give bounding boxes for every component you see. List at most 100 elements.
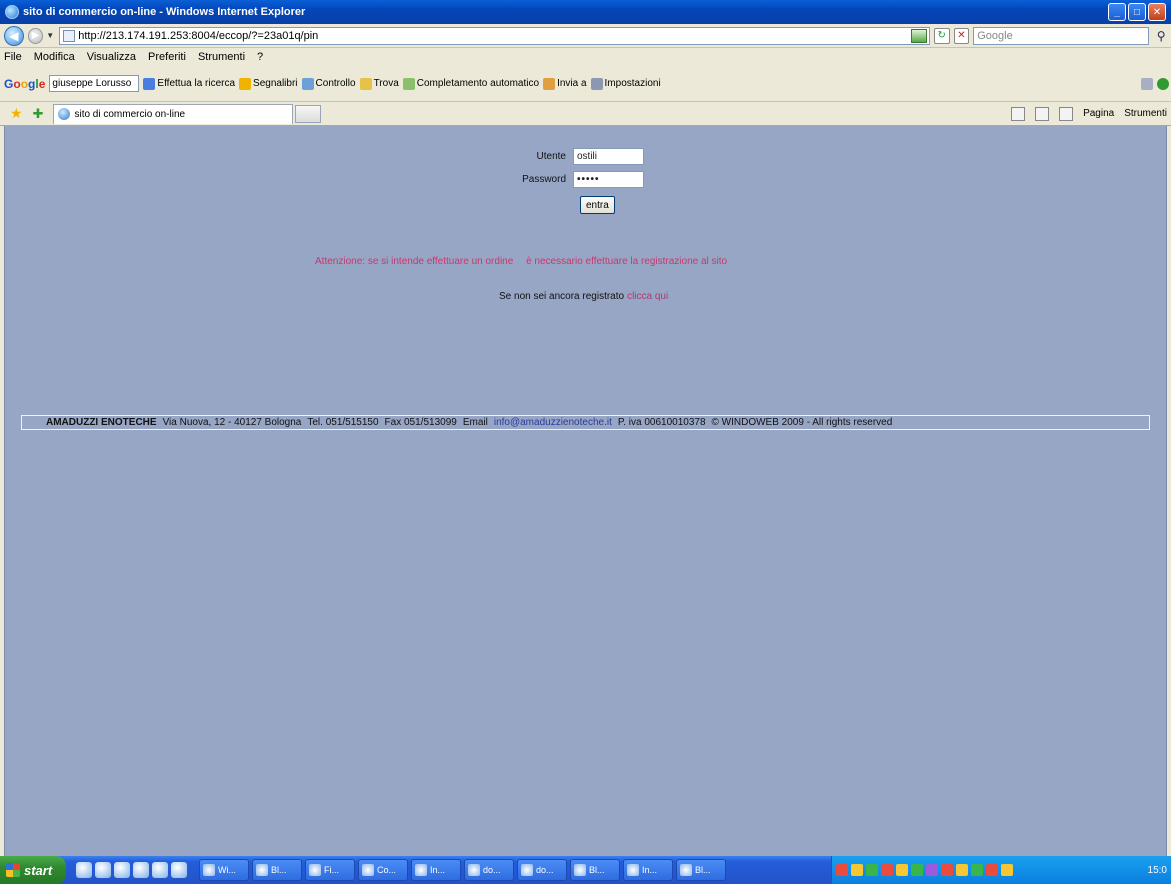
menu-strumenti[interactable]: Strumenti xyxy=(198,51,245,63)
quicklaunch-icon[interactable] xyxy=(95,862,111,878)
tray-icon[interactable] xyxy=(986,864,998,876)
start-button[interactable]: start xyxy=(0,856,66,884)
taskbar-button[interactable]: Bl... xyxy=(676,859,726,881)
footer-piva: P. iva 00610010378 xyxy=(617,417,706,428)
send-to-button[interactable]: Invia a xyxy=(543,77,587,90)
google-toolbar-right xyxy=(1141,77,1171,90)
menu-help[interactable]: ? xyxy=(257,51,263,63)
google-search-input[interactable]: giuseppe Lorusso xyxy=(49,75,140,92)
close-button[interactable]: ✕ xyxy=(1148,3,1166,21)
page-content: Utente Password entra Attenzione: se si … xyxy=(4,126,1167,856)
tray-icon[interactable] xyxy=(851,864,863,876)
ie-icon xyxy=(5,5,19,19)
tray-icon[interactable] xyxy=(926,864,938,876)
windows-taskbar: start Wi... Bl... Fi... Co... In... do..… xyxy=(0,856,1171,884)
taskbar-clock: 15:0 xyxy=(1147,864,1167,876)
app-icon xyxy=(415,864,427,876)
refresh-icon[interactable]: ↻ xyxy=(933,27,950,44)
new-tab-button[interactable] xyxy=(295,104,322,123)
login-button[interactable]: entra xyxy=(580,196,615,214)
quick-launch xyxy=(76,862,187,878)
taskbar-button[interactable]: Fi... xyxy=(305,859,355,881)
taskbar-button[interactable]: Bl... xyxy=(570,859,620,881)
password-input[interactable] xyxy=(573,171,644,188)
menu-file[interactable]: File xyxy=(4,51,22,63)
user-row: Utente xyxy=(506,148,644,165)
menu-preferiti[interactable]: Preferiti xyxy=(148,51,186,63)
menu-visualizza[interactable]: Visualizza xyxy=(87,51,136,63)
taskbar-button[interactable]: do... xyxy=(464,859,514,881)
tray-icon[interactable] xyxy=(866,864,878,876)
registration-notice: Attenzione: se si intende effettuare un … xyxy=(315,256,737,267)
page-menu[interactable]: Pagina xyxy=(1083,108,1114,119)
app-icon xyxy=(627,864,639,876)
app-icon xyxy=(468,864,480,876)
taskbar-button[interactable]: Bl... xyxy=(252,859,302,881)
forward-button[interactable]: ▶ xyxy=(27,27,44,44)
wrench-icon[interactable] xyxy=(1141,77,1153,90)
quicklaunch-icon[interactable] xyxy=(152,862,168,878)
signin-icon[interactable] xyxy=(1157,77,1169,90)
quicklaunch-icon[interactable] xyxy=(76,862,92,878)
taskbar-button[interactable]: In... xyxy=(411,859,461,881)
google-search-button[interactable]: Effettua la ricerca xyxy=(143,77,235,90)
password-label: Password xyxy=(522,174,566,185)
register-link[interactable]: clicca qui xyxy=(627,291,668,302)
bookmarks-button[interactable]: Segnalibri xyxy=(239,77,298,90)
tools-menu[interactable]: Strumenti xyxy=(1124,108,1167,119)
tray-icon[interactable] xyxy=(1001,864,1013,876)
compatibility-icon[interactable] xyxy=(910,28,927,43)
footer-tel: Tel. 051/515150 xyxy=(307,417,379,428)
autofill-button[interactable]: Completamento automatico xyxy=(402,77,539,90)
quicklaunch-icon[interactable] xyxy=(171,862,187,878)
print-icon[interactable] xyxy=(1059,106,1074,121)
user-input[interactable] xyxy=(573,148,644,165)
start-label: start xyxy=(24,862,53,878)
tray-icon[interactable] xyxy=(896,864,908,876)
check-button[interactable]: Controllo xyxy=(301,77,356,90)
maximize-button[interactable]: □ xyxy=(1128,3,1146,21)
send-icon xyxy=(543,77,556,90)
register-text: Se non sei ancora registrato xyxy=(499,291,625,302)
autofill-icon xyxy=(402,77,415,90)
favorites-star-icon[interactable]: ★ xyxy=(10,105,23,122)
taskbar-button[interactable]: do... xyxy=(517,859,567,881)
taskbar-button[interactable]: Co... xyxy=(358,859,408,881)
window-title: sito di commercio on-line - Windows Inte… xyxy=(23,6,306,18)
google-toolbar: Google giuseppe Lorusso Effettua la rice… xyxy=(0,66,1171,102)
history-dropdown-icon[interactable]: ▼ xyxy=(46,31,54,40)
quicklaunch-icon[interactable] xyxy=(114,862,130,878)
tray-icon[interactable] xyxy=(911,864,923,876)
tab-active[interactable]: sito di commercio on-line xyxy=(53,103,294,124)
add-favorites-icon[interactable]: ✚ xyxy=(33,106,44,122)
tray-icon[interactable] xyxy=(971,864,983,876)
tray-icon[interactable] xyxy=(941,864,953,876)
back-button[interactable]: ◀ xyxy=(4,25,24,46)
search-input[interactable]: Google xyxy=(973,26,1150,45)
footer-fax: Fax 051/513099 xyxy=(384,417,457,428)
minimize-button[interactable]: _ xyxy=(1108,3,1126,21)
app-icon xyxy=(309,864,321,876)
taskbar-buttons: Wi... Bl... Fi... Co... In... do... do..… xyxy=(199,859,726,881)
tray-icon[interactable] xyxy=(836,864,848,876)
taskbar-button[interactable]: In... xyxy=(623,859,673,881)
find-button[interactable]: Trova xyxy=(359,77,399,90)
command-bar: Pagina Strumenti xyxy=(1011,106,1171,121)
settings-button[interactable]: Impostazioni xyxy=(590,77,661,90)
tray-icon[interactable] xyxy=(881,864,893,876)
window-titlebar[interactable]: sito di commercio on-line - Windows Inte… xyxy=(0,0,1171,24)
quicklaunch-icon[interactable] xyxy=(133,862,149,878)
footer-email-link[interactable]: info@amaduzzienoteche.it xyxy=(494,417,612,428)
settings-icon xyxy=(590,77,603,90)
url-field[interactable]: http://213.174.191.253:8004/eccop/?=23a0… xyxy=(59,26,930,45)
feeds-icon[interactable] xyxy=(1035,106,1050,121)
system-tray: 15:0 xyxy=(831,856,1171,884)
menu-modifica[interactable]: Modifica xyxy=(34,51,75,63)
search-icon[interactable]: ⚲ xyxy=(1151,27,1171,45)
taskbar-button[interactable]: Wi... xyxy=(199,859,249,881)
tray-icon[interactable] xyxy=(956,864,968,876)
stop-icon[interactable]: ✕ xyxy=(953,27,970,44)
notice-part-2: è necessario effettuare la registrazione… xyxy=(526,256,728,267)
menu-bar: File Modifica Visualizza Preferiti Strum… xyxy=(0,48,1171,66)
home-icon[interactable] xyxy=(1011,106,1026,121)
